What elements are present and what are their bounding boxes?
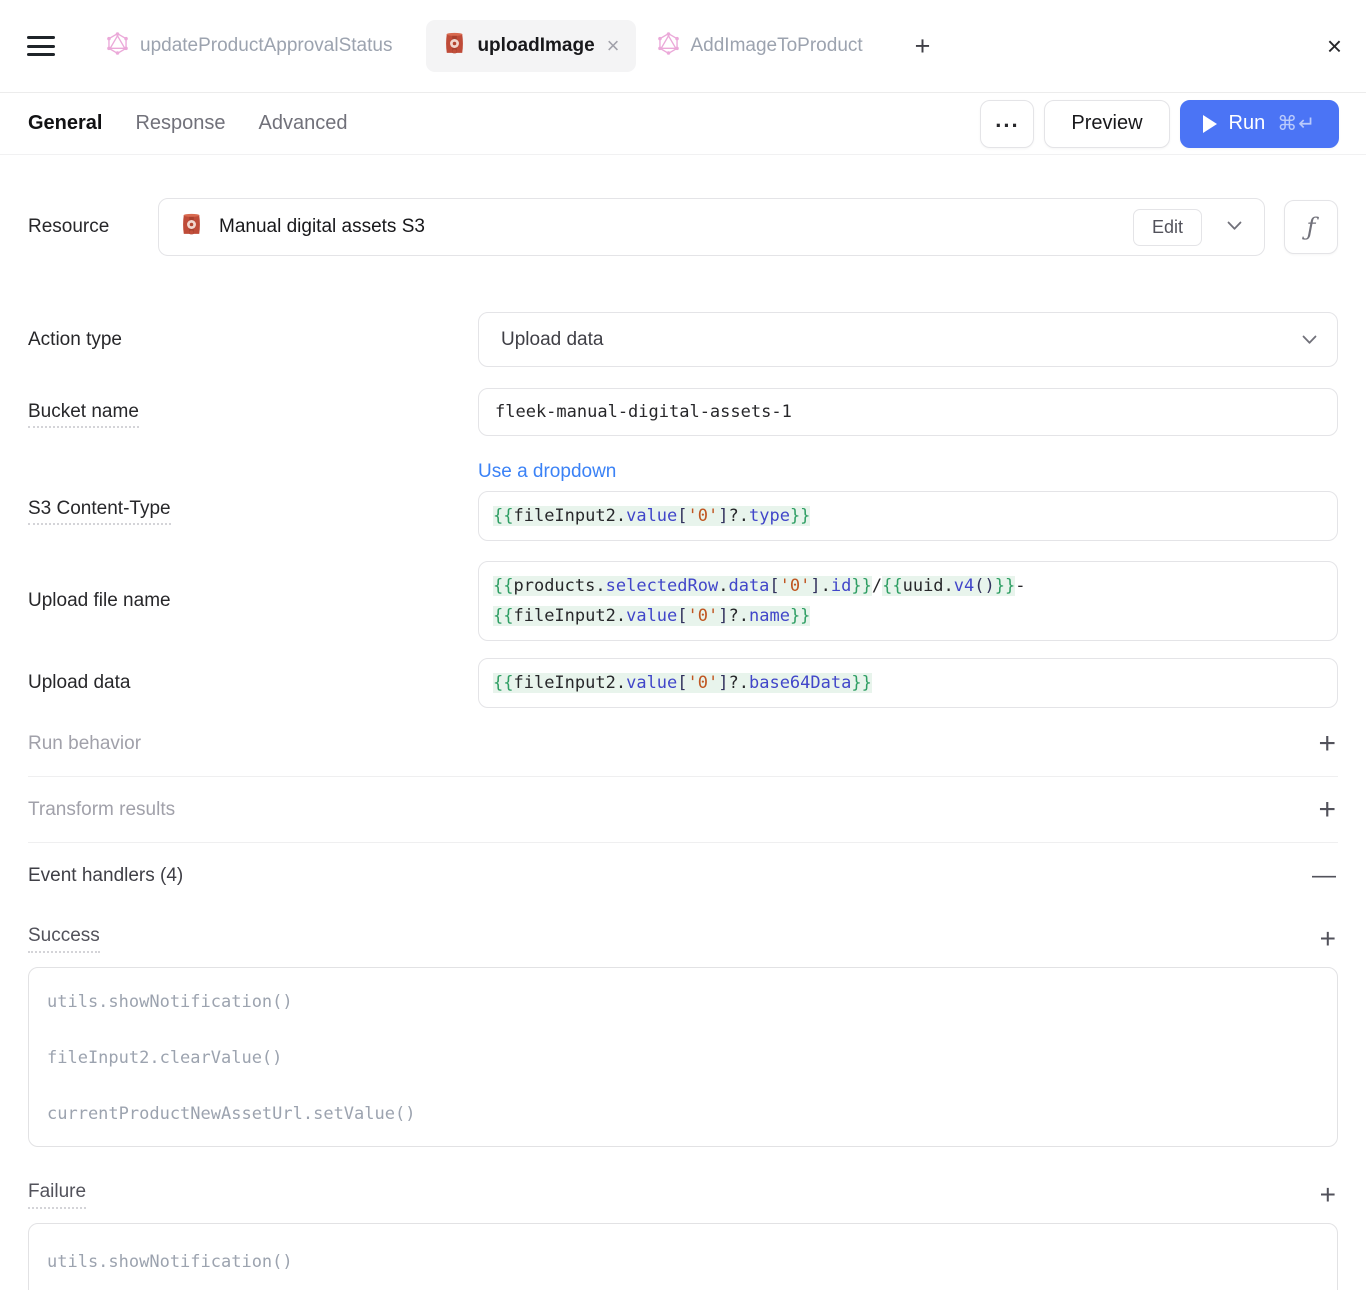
fx-button[interactable]: ƒ	[1284, 200, 1338, 254]
tab-general[interactable]: General	[28, 112, 102, 135]
tab-label: uploadImage	[477, 35, 594, 57]
resource-select[interactable]: Manual digital assets S3 Edit	[158, 198, 1265, 256]
success-label: Success	[28, 925, 100, 953]
s3-icon	[179, 212, 204, 242]
content-type-code-input[interactable]: {{fileInput2.value['0']?.type}}	[478, 491, 1338, 541]
preview-button[interactable]: Preview	[1044, 100, 1169, 148]
event-handlers-label: Event handlers (4)	[28, 865, 183, 887]
expand-run-behavior-icon[interactable]: +	[1316, 729, 1338, 759]
success-handler-item[interactable]: fileInput2.clearValue()	[47, 1030, 1319, 1086]
add-failure-handler-icon[interactable]: +	[1318, 1181, 1338, 1209]
action-type-row: Action type Upload data	[28, 312, 1338, 367]
action-type-value: Upload data	[501, 329, 1302, 351]
more-options-button[interactable]: ...	[980, 100, 1034, 148]
tab-advanced[interactable]: Advanced	[259, 112, 348, 135]
edit-resource-button[interactable]: Edit	[1133, 209, 1202, 246]
bucket-name-row: Bucket name fleek-manual-digital-assets-…	[28, 388, 1338, 436]
run-button[interactable]: Run ⌘↵	[1180, 100, 1339, 148]
editor-nav-tabs: General Response Advanced	[28, 112, 348, 135]
tab-updateProductApprovalStatus[interactable]: updateProductApprovalStatus	[89, 20, 408, 72]
graphql-icon	[656, 31, 681, 62]
resource-label: Resource	[28, 216, 158, 238]
run-shortcut: ⌘↵	[1277, 111, 1316, 136]
tab-uploadImage[interactable]: uploadImage ×	[426, 20, 635, 72]
tab-label: updateProductApprovalStatus	[140, 35, 392, 57]
content-type-row: S3 Content-Type Use a dropdown {{fileInp…	[28, 461, 1338, 541]
failure-handlers-list: utils.showNotification()	[28, 1223, 1338, 1290]
upload-data-label: Upload data	[28, 672, 478, 694]
query-settings-form: Resource Manual digital assets S3 Edit ƒ…	[0, 198, 1366, 1290]
bucket-name-label: Bucket name	[28, 401, 478, 423]
content-type-label: S3 Content-Type	[28, 498, 478, 520]
expand-transform-results-icon[interactable]: +	[1316, 795, 1338, 825]
add-success-handler-icon[interactable]: +	[1318, 925, 1338, 953]
chevron-down-icon[interactable]	[1227, 218, 1242, 236]
run-behavior-label: Run behavior	[28, 733, 141, 755]
resource-row: Resource Manual digital assets S3 Edit ƒ	[28, 198, 1338, 256]
failure-handler-item[interactable]: utils.showNotification()	[47, 1234, 1319, 1290]
use-dropdown-link[interactable]: Use a dropdown	[478, 461, 616, 483]
upload-file-name-row: Upload file name {{products.selectedRow.…	[28, 561, 1338, 641]
play-icon	[1203, 115, 1217, 133]
query-editor-panel: updateProductApprovalStatus uploadImage …	[0, 0, 1366, 1290]
failure-label: Failure	[28, 1181, 86, 1209]
transform-results-label: Transform results	[28, 799, 175, 821]
upload-file-name-code-input[interactable]: {{products.selectedRow.data['0'].id}}/{{…	[478, 561, 1338, 641]
success-handler-item[interactable]: currentProductNewAssetUrl.setValue()	[47, 1086, 1319, 1142]
s3-icon	[442, 31, 467, 62]
success-handler-item[interactable]: utils.showNotification()	[47, 974, 1319, 1030]
success-handlers-list: utils.showNotification() fileInput2.clea…	[28, 967, 1338, 1147]
bucket-name-input[interactable]: fleek-manual-digital-assets-1	[478, 388, 1338, 436]
run-label: Run	[1229, 112, 1266, 135]
resource-name: Manual digital assets S3	[219, 216, 1118, 238]
transform-results-section[interactable]: Transform results +	[28, 777, 1338, 843]
close-panel-icon[interactable]: ×	[1327, 33, 1342, 59]
run-behavior-section[interactable]: Run behavior +	[28, 711, 1338, 777]
failure-header: Failure +	[28, 1180, 1338, 1210]
upload-data-row: Upload data {{fileInput2.value['0']?.bas…	[28, 658, 1338, 708]
collapse-event-handlers-icon[interactable]: —	[1310, 864, 1338, 888]
upload-file-name-label: Upload file name	[28, 590, 478, 612]
event-handlers-section[interactable]: Event handlers (4) —	[28, 843, 1338, 909]
menu-icon[interactable]	[27, 36, 55, 56]
success-header: Success +	[28, 924, 1338, 954]
action-type-label: Action type	[28, 329, 478, 351]
graphql-icon	[105, 31, 130, 62]
tab-AddImageToProduct[interactable]: AddImageToProduct	[640, 20, 879, 72]
tab-label: AddImageToProduct	[691, 35, 863, 57]
query-tab-bar: updateProductApprovalStatus uploadImage …	[0, 0, 1366, 93]
toolbar-actions: ... Preview Run ⌘↵	[980, 100, 1339, 148]
chevron-down-icon	[1302, 329, 1317, 351]
add-tab-button[interactable]: +	[901, 31, 945, 62]
tab-response[interactable]: Response	[135, 112, 225, 135]
close-tab-icon[interactable]: ×	[607, 35, 620, 57]
upload-data-code-input[interactable]: {{fileInput2.value['0']?.base64Data}}	[478, 658, 1338, 708]
editor-toolbar: General Response Advanced ... Preview Ru…	[0, 93, 1366, 155]
action-type-select[interactable]: Upload data	[478, 312, 1338, 367]
